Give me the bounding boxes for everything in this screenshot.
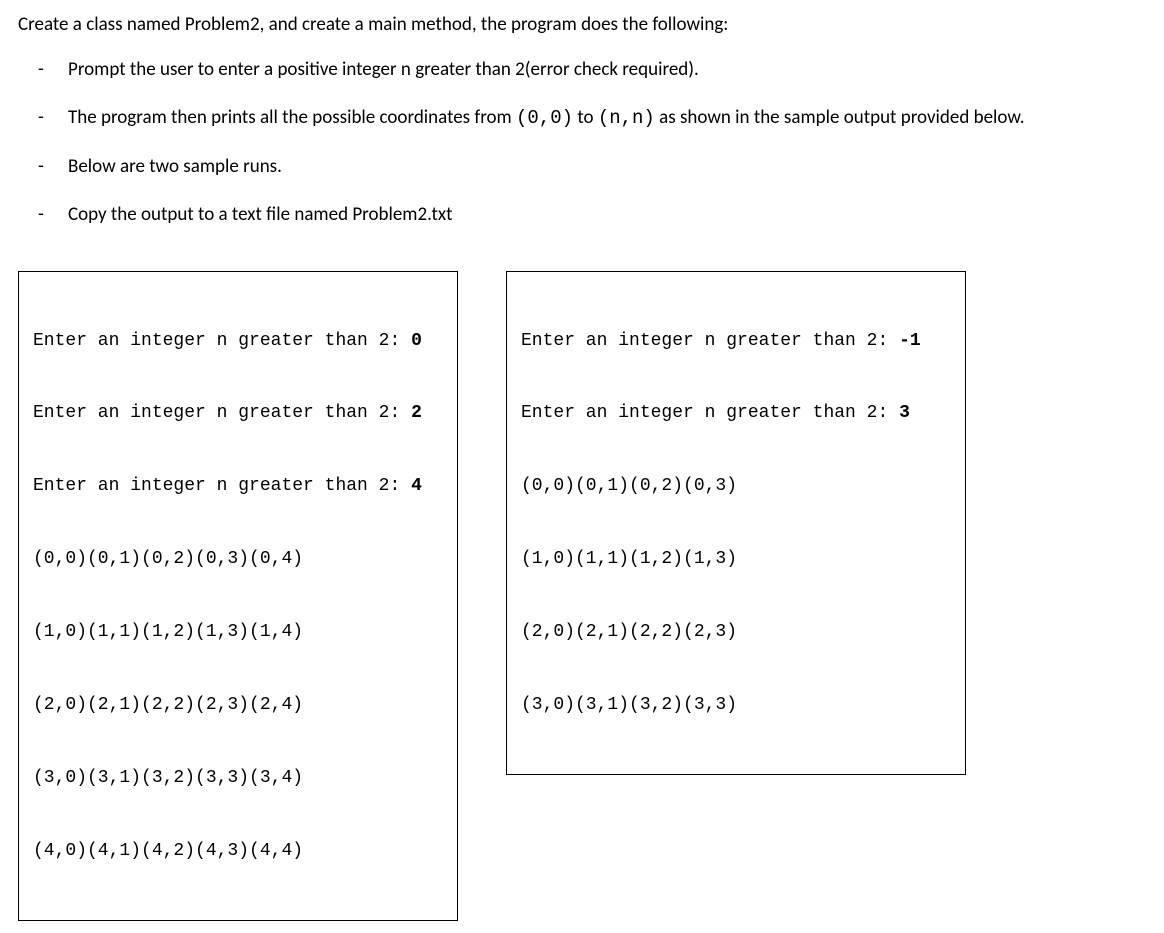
output-line: (3,0)(3,1)(3,2)(3,3) (521, 693, 951, 717)
bullet-text: The program then prints all the possible… (68, 106, 516, 129)
output-line: Enter an integer n greater than 2: 4 (33, 474, 443, 498)
bullet-item-coordinates: The program then prints all the possible… (18, 105, 1146, 132)
output-line: (0,0)(0,1)(0,2)(0,3)(0,4) (33, 547, 443, 571)
output-text: (4,0)(4,1)(4,2)(4,3)(4,4) (33, 841, 303, 861)
bullet-text: as shown in the sample output provided b… (655, 106, 1025, 129)
output-line: (3,0)(3,1)(3,2)(3,3)(3,4) (33, 766, 443, 790)
output-line: Enter an integer n greater than 2: -1 (521, 329, 951, 353)
output-prompt: Enter an integer n greater than 2: (33, 331, 411, 351)
output-text: (0,0)(0,1)(0,2)(0,3)(0,4) (33, 549, 303, 569)
output-line: Enter an integer n greater than 2: 3 (521, 401, 951, 425)
output-text: (3,0)(3,1)(3,2)(3,3)(3,4) (33, 768, 303, 788)
output-text: (2,0)(2,1)(2,2)(2,3)(2,4) (33, 695, 303, 715)
code-inline-nn: (n,n) (598, 107, 655, 129)
user-input: 4 (411, 476, 422, 496)
user-input: 0 (411, 331, 422, 351)
output-text: (0,0)(0,1)(0,2)(0,3) (521, 476, 737, 496)
bullet-item-sample-runs: Below are two sample runs. (18, 154, 1146, 181)
intro-text: Create a class named Problem2, and creat… (18, 12, 1146, 39)
output-prompt: Enter an integer n greater than 2: (33, 476, 411, 496)
output-text: (3,0)(3,1)(3,2)(3,3) (521, 695, 737, 715)
bullet-text: to (573, 106, 598, 129)
user-input: -1 (899, 331, 921, 351)
sample-output-2: Enter an integer n greater than 2: -1 En… (506, 271, 966, 775)
output-text: (1,0)(1,1)(1,2)(1,3) (521, 549, 737, 569)
bullet-item-copy-output: Copy the output to a text file named Pro… (18, 202, 1146, 229)
output-prompt: Enter an integer n greater than 2: (521, 403, 899, 423)
output-line: (4,0)(4,1)(4,2)(4,3)(4,4) (33, 839, 443, 863)
sample-outputs-row: Enter an integer n greater than 2: 0 Ent… (18, 271, 1146, 921)
output-line: (0,0)(0,1)(0,2)(0,3) (521, 474, 951, 498)
user-input: 3 (899, 403, 910, 423)
output-line: (1,0)(1,1)(1,2)(1,3) (521, 547, 951, 571)
output-text: (2,0)(2,1)(2,2)(2,3) (521, 622, 737, 642)
output-text: (1,0)(1,1)(1,2)(1,3)(1,4) (33, 622, 303, 642)
requirement-list: Prompt the user to enter a positive inte… (18, 57, 1146, 229)
output-line: (2,0)(2,1)(2,2)(2,3) (521, 620, 951, 644)
sample-output-1: Enter an integer n greater than 2: 0 Ent… (18, 271, 458, 921)
output-line: Enter an integer n greater than 2: 0 (33, 329, 443, 353)
output-prompt: Enter an integer n greater than 2: (33, 403, 411, 423)
output-prompt: Enter an integer n greater than 2: (521, 331, 899, 351)
user-input: 2 (411, 403, 422, 423)
output-line: (1,0)(1,1)(1,2)(1,3)(1,4) (33, 620, 443, 644)
output-line: Enter an integer n greater than 2: 2 (33, 401, 443, 425)
code-inline-origin: (0,0) (516, 107, 573, 129)
output-line: (2,0)(2,1)(2,2)(2,3)(2,4) (33, 693, 443, 717)
bullet-item-prompt: Prompt the user to enter a positive inte… (18, 57, 1146, 84)
